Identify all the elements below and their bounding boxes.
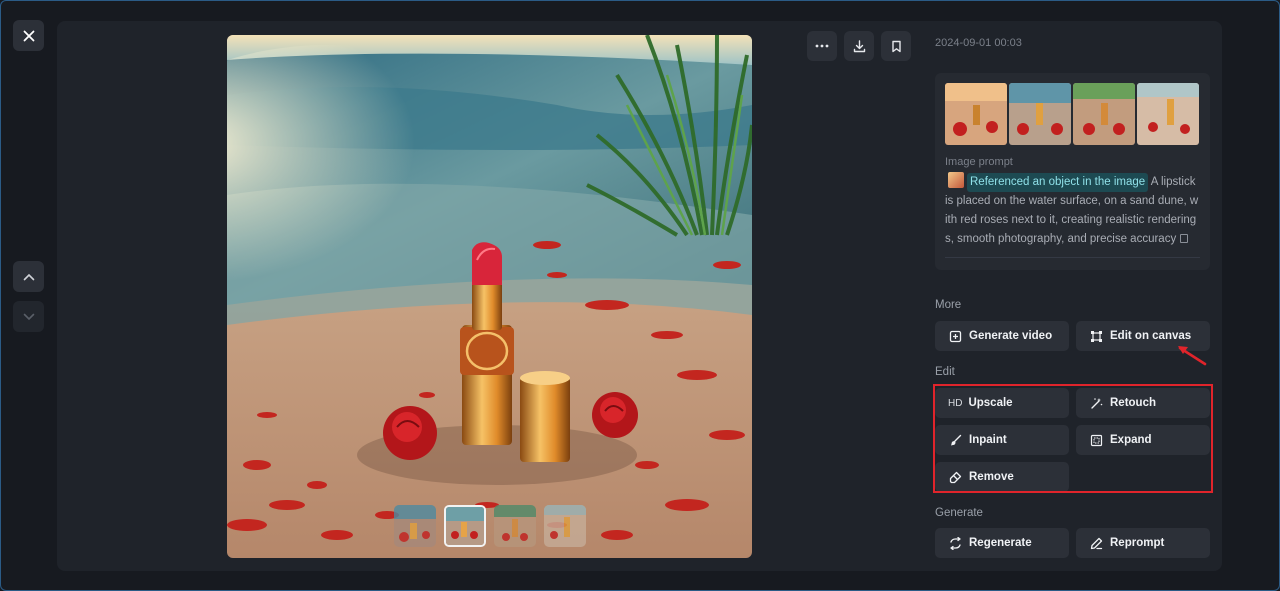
thumbnail-1[interactable] — [394, 505, 436, 547]
refresh-icon — [949, 536, 961, 550]
remove-button[interactable]: Remove — [935, 462, 1069, 492]
reference-image-icon — [948, 172, 964, 188]
regenerate-button[interactable]: Regenerate — [935, 528, 1069, 558]
eraser-icon — [949, 471, 961, 483]
reference-chip[interactable]: Referenced an object in the image — [967, 173, 1149, 192]
chevron-down-icon — [23, 313, 34, 320]
magic-wand-icon — [1090, 397, 1102, 409]
chevron-up-icon — [23, 273, 34, 280]
section-label-generate: Generate — [935, 507, 983, 519]
reprompt-button[interactable]: Reprompt — [1076, 528, 1210, 558]
expand-frame-icon — [1090, 434, 1102, 446]
reference-thumbnail-1[interactable] — [945, 83, 1007, 145]
canvas-frame-icon — [1090, 330, 1102, 342]
more-options-button[interactable] — [807, 31, 837, 61]
reference-thumbnail-4[interactable] — [1137, 83, 1199, 145]
close-button[interactable] — [13, 20, 44, 51]
generate-video-label: Generate video — [969, 330, 1053, 342]
inpaint-button[interactable]: Inpaint — [935, 425, 1069, 455]
close-icon — [23, 30, 34, 41]
brush-icon — [950, 434, 961, 445]
reference-thumbnail-2[interactable] — [1009, 83, 1071, 145]
thumbnail-4[interactable] — [544, 505, 586, 547]
hd-icon: HD — [948, 397, 963, 409]
download-icon — [853, 39, 865, 52]
download-button[interactable] — [844, 31, 874, 61]
pencil-icon — [1090, 537, 1102, 549]
expand-button[interactable]: Expand — [1076, 425, 1210, 455]
card-divider — [945, 257, 1200, 258]
thumbnail-2[interactable] — [444, 505, 486, 547]
video-plus-icon — [949, 330, 961, 342]
red-arrow-annotation — [1178, 346, 1207, 366]
timestamp: 2024-09-01 00:03 — [935, 37, 1022, 49]
reference-thumbnail-3[interactable] — [1073, 83, 1135, 145]
thumbnail-strip — [394, 505, 586, 547]
more-horizontal-icon — [815, 44, 829, 48]
reprompt-label: Reprompt — [1110, 537, 1165, 549]
copy-icon[interactable] — [1180, 234, 1189, 243]
remove-label: Remove — [969, 471, 1014, 483]
expand-label: Expand — [1110, 434, 1152, 446]
inpaint-label: Inpaint — [969, 434, 1007, 446]
thumbnail-3[interactable] — [494, 505, 536, 547]
regenerate-label: Regenerate — [969, 537, 1032, 549]
next-image-button[interactable] — [13, 301, 44, 332]
main-image[interactable] — [227, 35, 752, 558]
upscale-label: Upscale — [968, 397, 1013, 409]
prompt-label: Image prompt — [945, 156, 1013, 168]
retouch-label: Retouch — [1110, 397, 1156, 409]
reference-thumbnails — [945, 83, 1199, 145]
previous-image-button[interactable] — [13, 261, 44, 292]
section-label-edit: Edit — [935, 366, 955, 378]
bookmark-button[interactable] — [881, 31, 911, 61]
section-label-more: More — [935, 299, 962, 311]
generate-video-button[interactable]: Generate video — [935, 321, 1069, 351]
retouch-button[interactable]: Retouch — [1076, 388, 1210, 418]
prompt-text: Referenced an object in the image A lips… — [945, 172, 1200, 249]
upscale-button[interactable]: HD Upscale — [935, 388, 1069, 418]
bookmark-icon — [891, 40, 901, 52]
prompt-card: Image prompt Referenced an object in the… — [935, 73, 1210, 270]
